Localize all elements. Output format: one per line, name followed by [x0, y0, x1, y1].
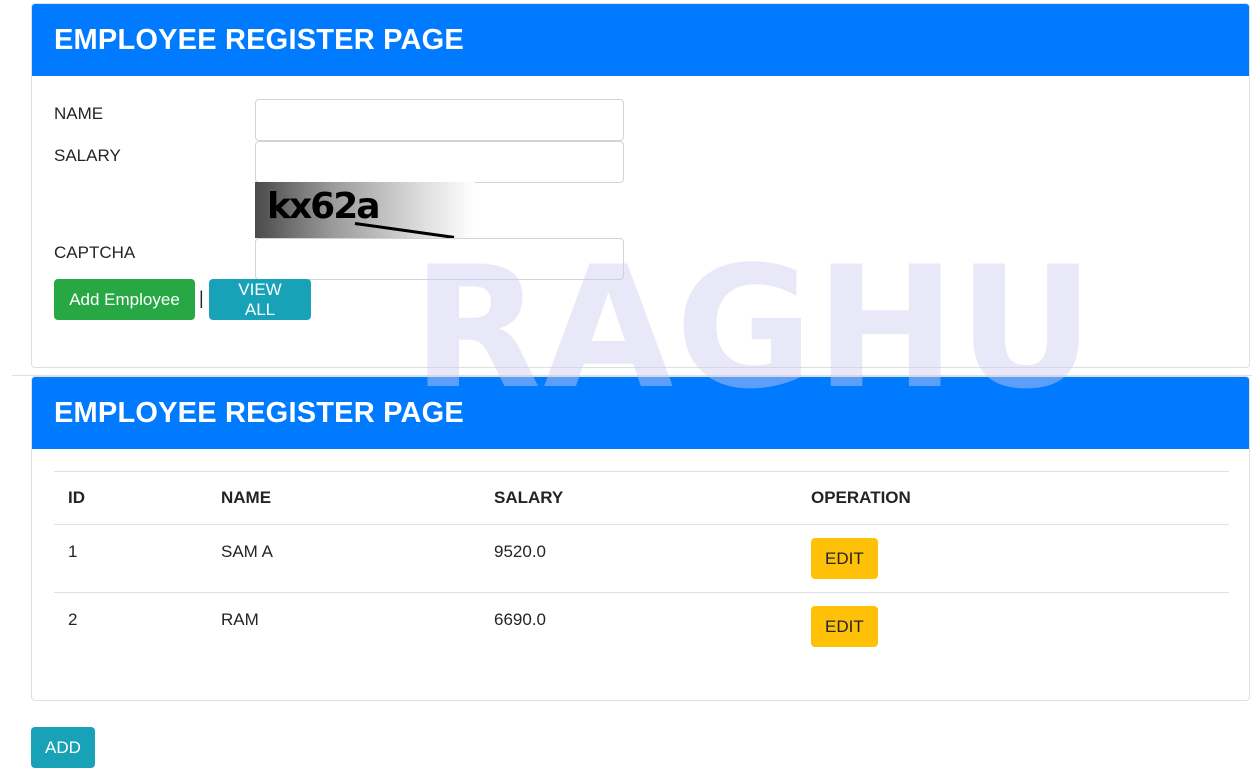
add-button[interactable]: ADD: [31, 727, 95, 768]
column-header-id: ID: [54, 471, 207, 525]
column-header-name: NAME: [207, 471, 480, 525]
captcha-input[interactable]: [255, 238, 624, 280]
captcha-label: CAPTCHA: [54, 243, 136, 262]
table-row: 1 SAM A 9520.0 EDIT: [54, 524, 1229, 593]
employee-table: ID NAME SALARY OPERATION 1 SAM A 9520.0 …: [54, 471, 1229, 661]
table-row: 2 RAM 6690.0 EDIT: [54, 592, 1229, 661]
cell-name: RAM: [207, 592, 480, 661]
column-header-operation: OPERATION: [797, 471, 1229, 525]
register-card: EMPLOYEE REGISTER PAGE NAME SALARY kx62a…: [31, 3, 1250, 368]
view-all-button[interactable]: VIEW ALL: [209, 279, 311, 320]
register-card-header: EMPLOYEE REGISTER PAGE: [32, 4, 1249, 76]
table-header-row: ID NAME SALARY OPERATION: [54, 471, 1229, 525]
add-employee-button[interactable]: Add Employee: [54, 279, 195, 320]
name-label: NAME: [54, 104, 104, 123]
salary-label: SALARY: [54, 146, 121, 165]
captcha-image: kx62a: [255, 182, 475, 238]
cell-id: 2: [54, 592, 207, 661]
captcha-text: kx62a: [267, 186, 381, 227]
name-input[interactable]: [255, 99, 624, 141]
cell-salary: 9520.0: [480, 524, 797, 593]
cell-operation: EDIT: [797, 592, 1229, 661]
list-card-header: EMPLOYEE REGISTER PAGE: [32, 377, 1249, 449]
cell-salary: 6690.0: [480, 592, 797, 661]
column-header-salary: SALARY: [480, 471, 797, 525]
edit-button[interactable]: EDIT: [811, 606, 878, 647]
captcha-strike-line: [354, 222, 455, 238]
button-separator: |: [199, 288, 204, 308]
employee-list-card: EMPLOYEE REGISTER PAGE ID NAME SALARY OP…: [31, 376, 1250, 701]
edit-button[interactable]: EDIT: [811, 538, 878, 579]
cell-name: SAM A: [207, 524, 480, 593]
salary-input[interactable]: [255, 141, 624, 183]
cell-id: 1: [54, 524, 207, 593]
cell-operation: EDIT: [797, 524, 1229, 593]
